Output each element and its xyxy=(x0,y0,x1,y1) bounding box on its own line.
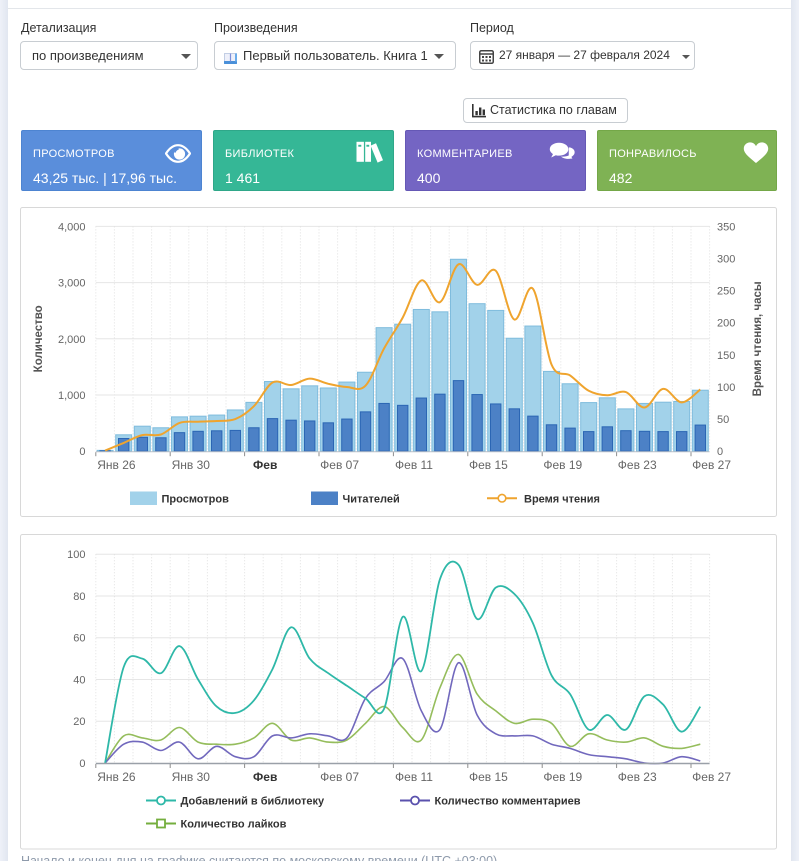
svg-text:1,000: 1,000 xyxy=(58,390,86,402)
svg-text:40: 40 xyxy=(73,675,85,687)
svg-text:Количество комментариев: Количество комментариев xyxy=(435,796,581,808)
svg-text:Янв 26: Янв 26 xyxy=(97,770,136,784)
svg-text:0: 0 xyxy=(717,446,723,458)
svg-text:Добавлений в библиотеку: Добавлений в библиотеку xyxy=(181,796,326,808)
svg-text:20: 20 xyxy=(73,716,85,728)
svg-text:Фев 15: Фев 15 xyxy=(469,770,508,784)
svg-text:Янв 30: Янв 30 xyxy=(172,458,211,472)
svg-text:Фев 07: Фев 07 xyxy=(320,458,359,472)
svg-text:Фев 27: Фев 27 xyxy=(692,458,731,472)
svg-text:Фев 23: Фев 23 xyxy=(618,770,657,784)
svg-text:250: 250 xyxy=(717,286,735,298)
svg-text:100: 100 xyxy=(67,549,85,561)
svg-text:Время чтения: Время чтения xyxy=(524,494,600,506)
svg-text:Фев 11: Фев 11 xyxy=(395,770,433,784)
svg-text:200: 200 xyxy=(717,318,735,330)
svg-text:50: 50 xyxy=(717,414,729,426)
svg-text:0: 0 xyxy=(79,446,85,458)
svg-text:Количество: Количество xyxy=(33,305,45,372)
svg-text:350: 350 xyxy=(717,221,735,233)
svg-text:300: 300 xyxy=(717,254,735,266)
svg-text:60: 60 xyxy=(73,633,85,645)
svg-text:Фев 15: Фев 15 xyxy=(469,458,508,472)
svg-text:4,000: 4,000 xyxy=(58,221,86,233)
svg-text:80: 80 xyxy=(73,591,85,603)
svg-text:Фев: Фев xyxy=(253,770,277,784)
svg-text:Фев: Фев xyxy=(253,458,277,472)
svg-text:Просмотров: Просмотров xyxy=(162,494,230,506)
svg-text:Янв 30: Янв 30 xyxy=(172,770,211,784)
svg-text:Фев 27: Фев 27 xyxy=(692,770,731,784)
svg-text:Фев 07: Фев 07 xyxy=(320,770,359,784)
svg-text:0: 0 xyxy=(79,758,85,770)
svg-text:Количество лайков: Количество лайков xyxy=(181,819,287,831)
svg-text:150: 150 xyxy=(717,350,735,362)
svg-text:Янв 26: Янв 26 xyxy=(97,458,136,472)
svg-text:Фев 19: Фев 19 xyxy=(543,458,582,472)
svg-text:Читателей: Читателей xyxy=(343,494,400,506)
svg-text:3,000: 3,000 xyxy=(58,278,86,290)
svg-text:100: 100 xyxy=(717,382,735,394)
svg-text:Время чтения, часы: Время чтения, часы xyxy=(752,281,764,396)
svg-text:Фев 23: Фев 23 xyxy=(618,458,657,472)
svg-text:Фев 19: Фев 19 xyxy=(543,770,582,784)
svg-text:Фев 11: Фев 11 xyxy=(395,458,433,472)
svg-text:2,000: 2,000 xyxy=(58,334,86,346)
